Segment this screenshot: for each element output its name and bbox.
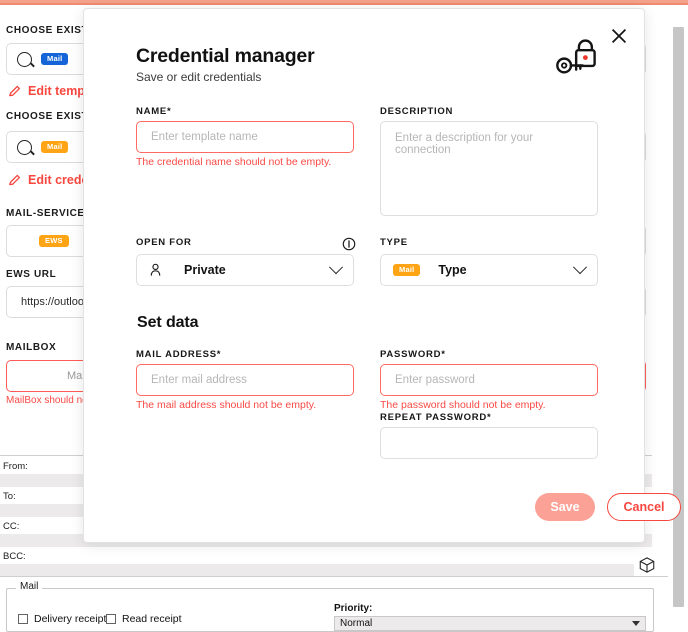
chevron-down-icon	[572, 260, 588, 275]
repeat-password-input[interactable]	[380, 427, 598, 459]
chevron-down-icon	[328, 260, 344, 275]
to-label: To:	[3, 491, 16, 502]
password-label-text: PASSWORD	[380, 349, 442, 360]
type-value: Type	[438, 263, 467, 277]
ews-badge: EWS	[39, 234, 69, 248]
priority-select[interactable]: Normal	[334, 616, 646, 631]
scrollbar-track[interactable]	[668, 5, 688, 626]
search-icon	[17, 139, 32, 155]
mail-address-placeholder: Enter mail address	[151, 374, 247, 386]
description-textarea[interactable]: Enter a description for your connection	[380, 121, 598, 216]
repeat-password-label: REPEAT PASSWORD*	[380, 412, 491, 423]
description-placeholder: Enter a description for your connection	[395, 132, 534, 156]
mail-address-label-text: MAIL ADDRESS	[136, 349, 217, 360]
name-required-mark: *	[166, 106, 172, 117]
repeat-password-label-text: REPEAT PASSWORD	[380, 412, 487, 423]
cc-label: CC:	[3, 521, 20, 532]
info-icon[interactable]	[342, 237, 356, 251]
password-placeholder: Enter password	[395, 374, 475, 386]
template-type-badge: Mail	[41, 52, 69, 66]
bottom-divider	[0, 576, 672, 577]
type-badge: Mail	[393, 263, 421, 277]
mail-address-error: The mail address should not be empty.	[136, 399, 317, 411]
type-select[interactable]: Mail Type	[380, 254, 598, 286]
dialog-subtitle: Save or edit credentials	[136, 70, 262, 84]
read-receipt-checkbox[interactable]: Read receipt	[106, 613, 182, 625]
bcc-label: BCC:	[3, 551, 26, 562]
dialog-title: Credential manager	[136, 45, 315, 67]
name-label-text: NAME	[136, 106, 167, 117]
ews-url-label: EWS URL	[6, 269, 57, 280]
open-for-value: Private	[184, 263, 226, 277]
open-for-select[interactable]: Private	[136, 254, 354, 286]
save-button[interactable]: Save	[535, 493, 595, 521]
delivery-receipt-label: Delivery receipt	[34, 613, 107, 625]
password-input[interactable]: Enter password	[380, 364, 598, 396]
from-label: From:	[3, 461, 28, 472]
cube-icon[interactable]	[638, 556, 656, 574]
read-receipt-label: Read receipt	[122, 613, 182, 625]
name-error: The credential name should not be empty.	[136, 156, 332, 168]
mail-address-required-mark: *	[216, 349, 222, 360]
pencil-icon	[9, 85, 21, 97]
name-placeholder: Enter template name	[151, 131, 258, 143]
chevron-down-icon	[632, 621, 640, 626]
checkbox-icon	[106, 614, 116, 624]
mailbox-label: MAILBOX	[6, 342, 57, 353]
search-icon	[17, 51, 32, 67]
password-error: The password should not be empty.	[380, 399, 546, 411]
checkbox-icon	[18, 614, 28, 624]
priority-label: Priority:	[334, 603, 373, 614]
cancel-button[interactable]: Cancel	[607, 493, 681, 521]
repeat-password-required-mark: *	[486, 412, 492, 423]
close-icon[interactable]	[608, 25, 630, 47]
credential-manager-dialog: Credential manager Save or edit credenti…	[83, 8, 681, 543]
name-input[interactable]: Enter template name	[136, 121, 354, 153]
open-for-label: OPEN FOR	[136, 237, 192, 248]
mail-address-label: MAIL ADDRESS*	[136, 349, 221, 360]
password-required-mark: *	[441, 349, 446, 360]
lock-key-icon	[556, 39, 596, 74]
set-data-heading: Set data	[137, 314, 199, 331]
description-label: DESCRIPTION	[380, 106, 454, 117]
type-label: TYPE	[380, 237, 408, 248]
pencil-icon	[9, 174, 21, 186]
mail-address-input[interactable]: Enter mail address	[136, 364, 354, 396]
password-label: PASSWORD*	[380, 349, 446, 360]
delivery-receipt-checkbox[interactable]: Delivery receipt	[18, 613, 106, 625]
credential-type-badge: Mail	[41, 140, 69, 154]
priority-value: Normal	[340, 618, 373, 629]
name-label: NAME*	[136, 106, 171, 117]
person-icon	[150, 263, 161, 276]
mail-fieldset-legend: Mail	[16, 581, 43, 592]
scrollbar-thumb[interactable]	[673, 27, 684, 607]
